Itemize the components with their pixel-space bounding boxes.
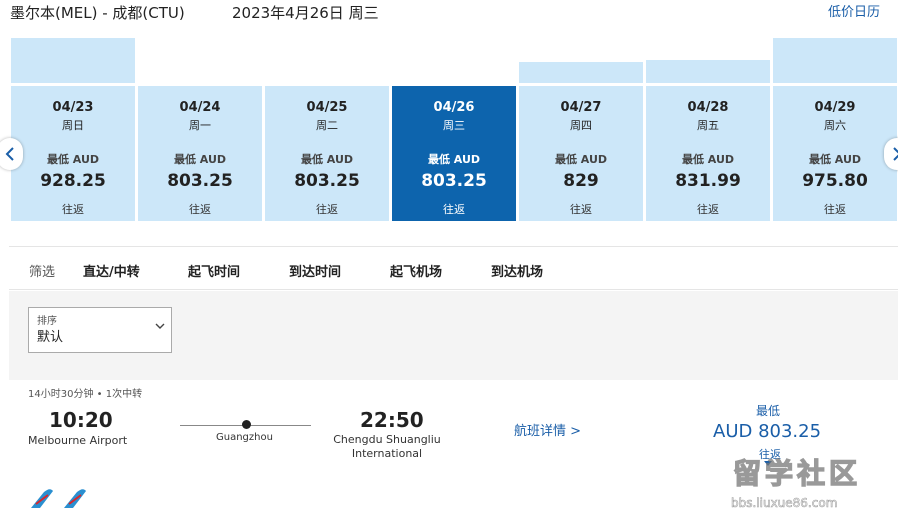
- watermark-title: 留学社区: [732, 456, 862, 490]
- card-price-label: 最低 AUD: [681, 153, 735, 166]
- card-trip-type: 往返: [189, 203, 211, 216]
- date-card-0428[interactable]: 04/28 周五 最低 AUD 831.99 往返: [646, 86, 770, 221]
- filter-arrival-airport[interactable]: 到达机场: [491, 261, 543, 280]
- filter-departure-airport[interactable]: 起飞机场: [390, 261, 442, 280]
- date-price-strip: 04/23 周日 最低 AUD 928.25 往返 04/24 周一 最低 AU…: [0, 30, 898, 230]
- filter-direct-transfer[interactable]: 直达/中转: [83, 261, 140, 280]
- date-card-0425[interactable]: 04/25 周二 最低 AUD 803.25 往返: [265, 86, 389, 221]
- card-weekday: 周四: [570, 119, 592, 132]
- filter-label: 筛选: [29, 265, 56, 280]
- prev-dates-button[interactable]: [0, 138, 23, 170]
- card-weekday: 周一: [189, 119, 211, 132]
- card-price-label: 最低 AUD: [427, 153, 481, 166]
- card-price-label: 最低 AUD: [300, 153, 354, 166]
- card-date: 04/28: [687, 100, 729, 115]
- card-price: 803.25: [294, 171, 360, 191]
- card-date: 04/27: [560, 100, 602, 115]
- departure-time: 10:20: [49, 408, 113, 432]
- arrival-airport: Chengdu Shuangliu International: [333, 433, 441, 460]
- price-bar-0429: [773, 38, 897, 83]
- date-card-0427[interactable]: 04/27 周四 最低 AUD 829 往返: [519, 86, 643, 221]
- price-bar-0428: [646, 60, 770, 83]
- card-price: 831.99: [675, 171, 741, 191]
- card-trip-type: 往返: [570, 203, 592, 216]
- flight-duration-stops: 14小时30分钟 • 1次中转: [28, 389, 143, 400]
- card-weekday: 周二: [316, 119, 338, 132]
- card-weekday: 周五: [697, 119, 719, 132]
- flight-details-link[interactable]: 航班详情 >: [514, 420, 581, 439]
- date-card-0429[interactable]: 04/29 周六 最低 AUD 975.80 往返: [773, 86, 897, 221]
- card-date: 04/23: [52, 100, 94, 115]
- sort-select[interactable]: 排序 默认: [28, 307, 172, 353]
- lowest-price-label: 最低: [756, 404, 781, 418]
- chevron-left-icon: [5, 147, 14, 161]
- card-price: 829: [563, 171, 599, 191]
- card-trip-type: 往返: [824, 203, 846, 216]
- stopover-dot: [242, 420, 251, 429]
- card-trip-type: 往返: [316, 203, 338, 216]
- chevron-right-icon: [893, 147, 898, 161]
- card-weekday: 周三: [443, 119, 465, 132]
- card-price: 803.25: [167, 171, 233, 191]
- departure-airport: Melbourne Airport: [28, 434, 128, 447]
- route-title: 墨尔本(MEL) - 成都(CTU): [10, 4, 185, 22]
- card-price: 803.25: [421, 171, 487, 191]
- card-price-label: 最低 AUD: [554, 153, 608, 166]
- date-card-0426-selected[interactable]: 04/26 周三 最低 AUD 803.25 往返: [392, 86, 516, 221]
- sort-value: 默认: [37, 330, 64, 345]
- card-weekday: 周日: [62, 119, 84, 132]
- page-header: 墨尔本(MEL) - 成都(CTU) 2023年4月26日 周三 低价日历: [0, 0, 898, 30]
- date-card-0424[interactable]: 04/24 周一 最低 AUD 803.25 往返: [138, 86, 262, 221]
- card-price-label: 最低 AUD: [173, 153, 227, 166]
- arrival-time: 22:50: [360, 408, 424, 432]
- card-date: 04/25: [306, 100, 348, 115]
- filter-departure-time[interactable]: 起飞时间: [188, 261, 240, 280]
- travel-date: 2023年4月26日 周三: [232, 4, 379, 22]
- low-price-calendar-link[interactable]: 低价日历: [828, 1, 880, 20]
- card-price-label: 最低 AUD: [808, 153, 862, 166]
- card-weekday: 周六: [824, 119, 846, 132]
- date-card-0423[interactable]: 04/23 周日 最低 AUD 928.25 往返: [11, 86, 135, 221]
- sort-label: 排序: [37, 316, 57, 327]
- price-bar-0427: [519, 62, 643, 83]
- airline-logo-icon: [31, 489, 53, 508]
- watermark-url: bbs.liuxue86.com: [731, 496, 838, 511]
- card-trip-type: 往返: [443, 203, 465, 216]
- card-trip-type: 往返: [62, 203, 84, 216]
- card-date: 04/26: [433, 100, 475, 115]
- card-price-label: 最低 AUD: [46, 153, 100, 166]
- price-bar-0423: [11, 38, 135, 83]
- chevron-down-icon: [155, 323, 165, 329]
- filter-arrival-time[interactable]: 到达时间: [289, 261, 341, 280]
- stopover-city: Guangzhou: [216, 432, 273, 443]
- card-price: 928.25: [40, 171, 106, 191]
- card-date: 04/29: [814, 100, 856, 115]
- flight-price[interactable]: AUD 803.25: [713, 421, 821, 442]
- card-trip-type: 往返: [697, 203, 719, 216]
- airline-logo-icon: [64, 489, 86, 508]
- next-dates-button[interactable]: [884, 138, 898, 170]
- filter-bar: 筛选 直达/中转 起飞时间 到达时间 起飞机场 到达机场: [9, 246, 898, 290]
- card-date: 04/24: [179, 100, 221, 115]
- card-price: 975.80: [802, 171, 868, 191]
